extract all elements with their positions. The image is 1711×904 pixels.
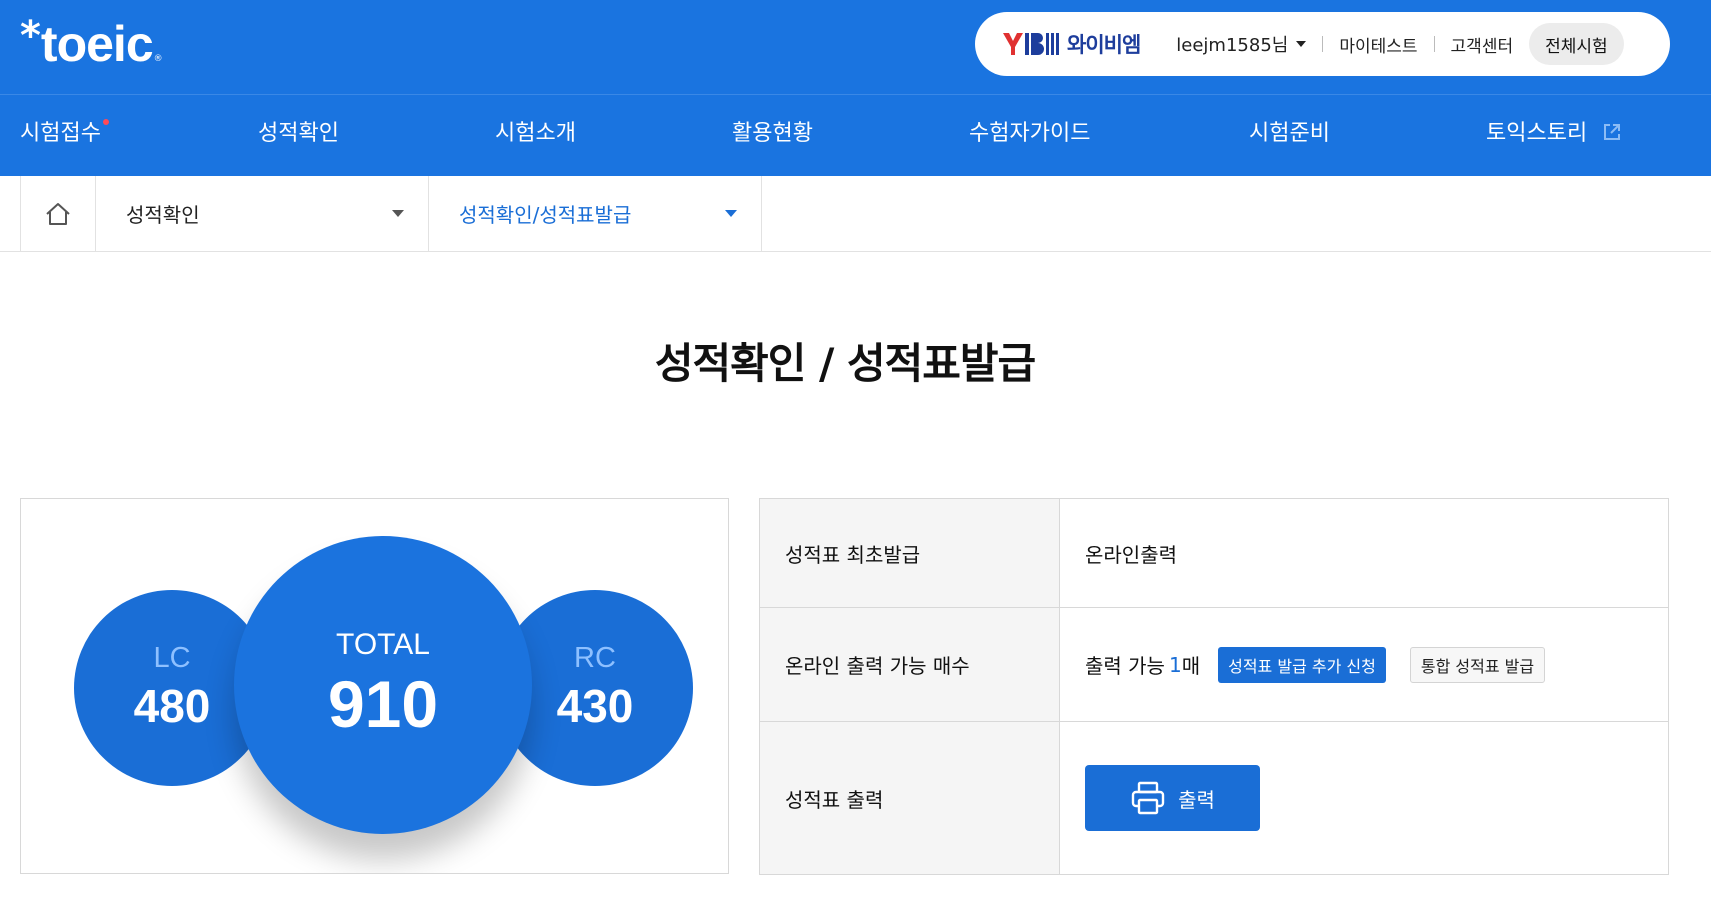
breadcrumb-dropdown-level1[interactable]: 성적확인 (96, 176, 429, 251)
divider (1433, 36, 1435, 52)
all-tests-button[interactable]: 전체시험 (1529, 23, 1624, 65)
row-label-print-count: 온라인 출력 가능 매수 (760, 608, 1060, 721)
breadcrumb-level1-label: 성적확인 (126, 203, 200, 227)
nav-label: 시험접수 (20, 121, 101, 146)
nav-item-score[interactable]: 성적확인 (258, 95, 339, 176)
print-cell: 출력 (1060, 722, 1668, 874)
external-link-icon (1604, 124, 1621, 140)
logo-wordmark: toeic (40, 16, 154, 72)
ybm-logo-icon (1003, 33, 1059, 55)
print-count-suffix: 매 (1181, 654, 1201, 678)
mytest-link[interactable]: 마이테스트 (1339, 32, 1417, 57)
breadcrumb-level2-label: 성적확인/성적표발급 (459, 203, 632, 227)
dropdown-arrow-icon (392, 210, 404, 217)
rc-label: RC (574, 642, 616, 674)
new-dot-badge (102, 119, 109, 125)
total-score-circle: TOTAL 910 (234, 536, 532, 834)
rc-value: 430 (556, 680, 634, 732)
ybm-logo-text: 와이비엠 (1067, 33, 1141, 57)
table-row: 온라인 출력 가능 매수 출력 가능 1 매 성적표 발급 추가 신청 통합 성… (760, 608, 1668, 722)
table-row: 성적표 출력 출력 (760, 722, 1668, 874)
site-header: * toeic ® 와이비엠 leejm1585님 마이테스트 고객센터 전체시… (0, 0, 1711, 176)
page-title: 성적확인 / 성적표발급 (654, 339, 1036, 388)
lc-label: LC (153, 642, 191, 674)
support-link[interactable]: 고객센터 (1451, 32, 1514, 57)
nav-label: 토익스토리 (1486, 121, 1588, 146)
row-label-print: 성적표 출력 (760, 722, 1060, 874)
toeic-logo[interactable]: * toeic ® (20, 14, 163, 74)
ybm-logo[interactable]: 와이비엠 (1001, 29, 1141, 59)
score-report-table: 성적표 최초발급 온라인출력 온라인 출력 가능 매수 출력 가능 1 매 성적… (759, 498, 1669, 875)
utility-bar: 와이비엠 leejm1585님 마이테스트 고객센터 전체시험 (975, 12, 1670, 76)
logo-asterisk: * (20, 13, 41, 59)
nav-item-guide[interactable]: 수험자가이드 (969, 95, 1090, 176)
caret-down-icon (1296, 41, 1307, 47)
user-menu[interactable]: leejm1585님 (1176, 31, 1307, 57)
breadcrumb-dropdown-level2[interactable]: 성적확인/성적표발급 (429, 176, 762, 251)
first-issue-value: 온라인출력 (1085, 542, 1177, 567)
row-label-first-issue: 성적표 최초발급 (760, 499, 1060, 607)
nav-item-about[interactable]: 시험소개 (495, 95, 576, 176)
dropdown-arrow-icon (725, 210, 737, 217)
main-nav: 시험접수 성적확인 시험소개 활용현황 수험자가이드 시험준비 토익스토리 (0, 95, 1711, 176)
print-count-prefix: 출력 가능 (1085, 654, 1165, 678)
nav-item-prep[interactable]: 시험준비 (1249, 95, 1330, 176)
lc-value: 480 (133, 680, 211, 732)
printer-icon (1131, 781, 1165, 815)
table-row: 성적표 최초발급 온라인출력 (760, 499, 1668, 608)
nav-item-usage[interactable]: 활용현황 (732, 95, 813, 176)
nav-item-registration[interactable]: 시험접수 (20, 95, 109, 176)
score-panel: LC 480 RC 430 TOTAL 910 (20, 498, 729, 874)
total-value: 910 (327, 667, 439, 741)
integrated-report-button[interactable]: 통합 성적표 발급 (1409, 646, 1546, 683)
nav-item-story[interactable]: 토익스토리 (1486, 95, 1622, 176)
print-button-label: 출력 (1178, 787, 1215, 812)
request-additional-report-button[interactable]: 성적표 발급 추가 신청 (1218, 646, 1386, 683)
logo-registered-mark: ® (153, 54, 163, 64)
home-button[interactable] (20, 176, 96, 251)
user-name: leejm1585님 (1176, 35, 1289, 56)
home-icon (46, 202, 70, 225)
breadcrumb: 성적확인 성적확인/성적표발급 (0, 176, 1711, 252)
print-count-number: 1 (1168, 652, 1182, 677)
print-button[interactable]: 출력 (1085, 765, 1260, 831)
divider (1322, 36, 1324, 52)
total-label: TOTAL (336, 628, 430, 661)
print-count-cell: 출력 가능 1 매 성적표 발급 추가 신청 통합 성적표 발급 (1060, 608, 1668, 721)
